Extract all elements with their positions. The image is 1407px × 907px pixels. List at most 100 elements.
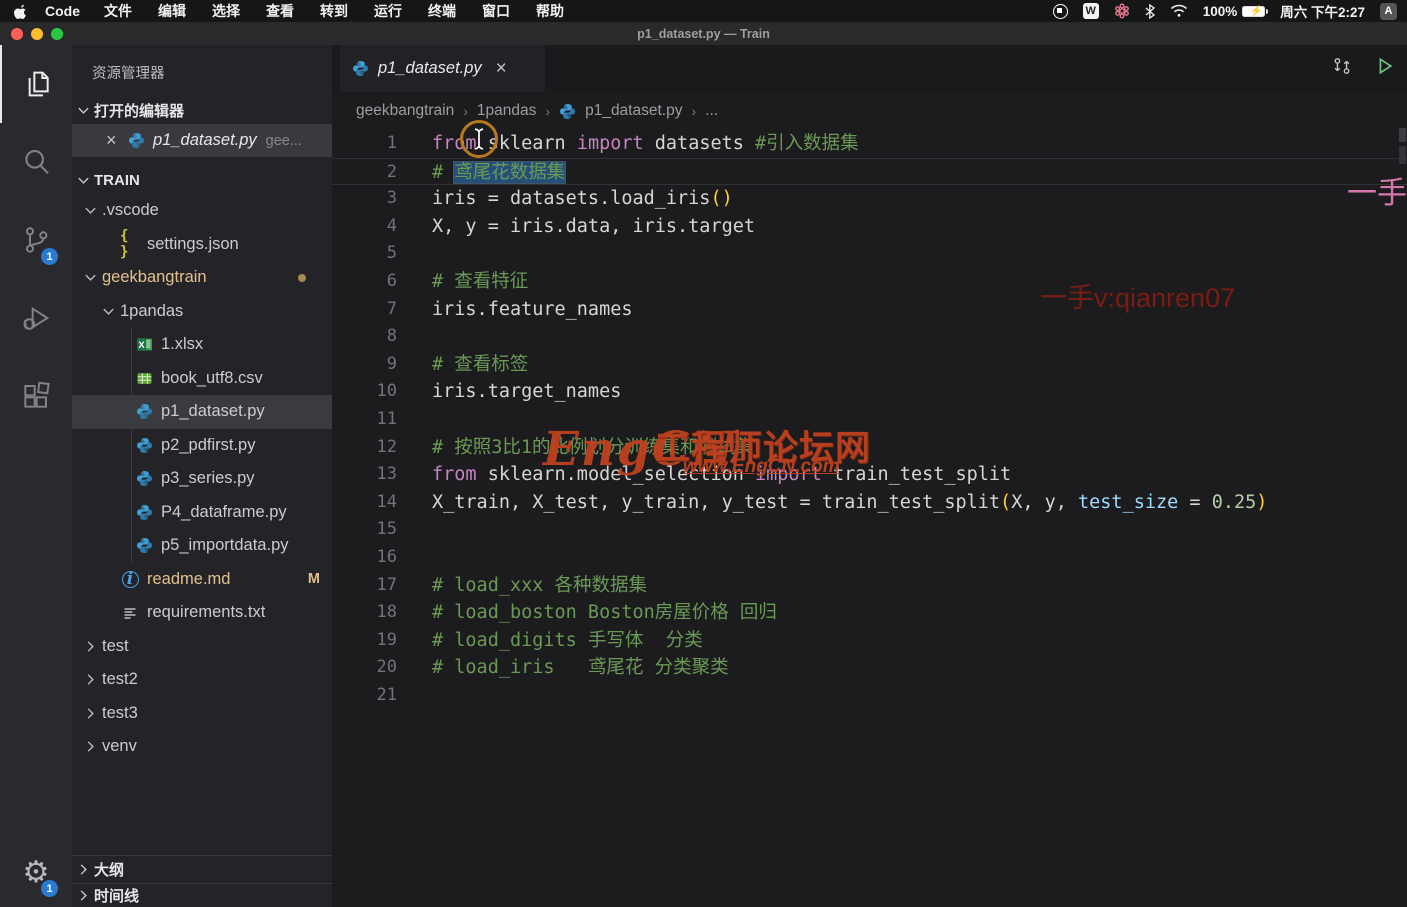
file-tree: .vscode{ }settings.jsongeekbangtrain1pan… <box>72 194 332 764</box>
menu-item[interactable]: 转到 <box>320 1 348 21</box>
explorer-icon[interactable] <box>0 45 72 123</box>
chevron-down-icon[interactable] <box>80 270 100 285</box>
code-line-5[interactable]: 5 <box>332 240 1407 268</box>
zoom-window-button[interactable] <box>51 28 63 40</box>
run-debug-icon[interactable] <box>0 279 72 357</box>
tree-item-test2[interactable]: test2 <box>72 663 332 697</box>
tree-item-p1-dataset-py[interactable]: p1_dataset.py <box>72 395 332 429</box>
tree-item-test[interactable]: test <box>72 630 332 664</box>
menu-item[interactable]: 窗口 <box>482 1 510 21</box>
chevron-right-icon[interactable] <box>80 639 100 654</box>
tree-item-p5-importdata-py[interactable]: p5_importdata.py <box>72 529 332 563</box>
line-number: 7 <box>332 296 397 324</box>
chevron-right-icon[interactable] <box>80 672 100 687</box>
open-changes-icon[interactable] <box>1331 55 1353 82</box>
tree-item-1-xlsx[interactable]: X1.xlsx <box>72 328 332 362</box>
breadcrumb-item-folder[interactable]: geekbangtrain <box>356 102 454 120</box>
wifi-icon[interactable] <box>1170 0 1188 22</box>
code-editor[interactable]: 1from sklearn import datasets #引入数据集2# 鸢… <box>332 130 1407 709</box>
w-app-icon[interactable]: W <box>1083 0 1099 22</box>
project-section-header[interactable]: TRAIN <box>72 167 332 194</box>
breadcrumb-item-file[interactable]: p1_dataset.py <box>585 102 682 120</box>
code-line-17[interactable]: 17# load_xxx 各种数据集 <box>332 572 1407 600</box>
chevron-right-icon[interactable] <box>80 739 100 754</box>
active-app-name[interactable]: Code <box>45 3 80 19</box>
line-number: 18 <box>332 599 397 627</box>
overview-ruler-mark <box>1399 128 1406 142</box>
python-file-icon <box>128 132 145 149</box>
tab-bar: p1_dataset.py × <box>332 45 1407 92</box>
chevron-down-icon[interactable] <box>98 304 118 319</box>
info-file-icon: i <box>120 571 140 588</box>
code-line-18[interactable]: 18# load_boston Boston房屋价格 回归 <box>332 599 1407 627</box>
search-icon[interactable] <box>0 123 72 201</box>
csv-file-icon <box>134 370 154 387</box>
tree-item-settings-json[interactable]: { }settings.json <box>72 228 332 262</box>
tree-item-label: test2 <box>102 670 138 689</box>
breadcrumb-item-folder[interactable]: 1pandas <box>477 102 536 120</box>
breadcrumb-item-symbol[interactable]: ... <box>705 102 718 120</box>
code-line-4[interactable]: 4X, y = iris.data, iris.target <box>332 213 1407 241</box>
chevron-down-icon[interactable] <box>80 203 100 218</box>
menu-item[interactable]: 文件 <box>104 1 132 21</box>
code-line-19[interactable]: 19# load_digits 手写体 分类 <box>332 627 1407 655</box>
code-line-text: from sklearn import datasets #引入数据集 <box>397 130 859 158</box>
line-number: 2 <box>332 159 397 185</box>
code-line-6[interactable]: 6# 查看特征 <box>332 268 1407 296</box>
tree-item-p2-pdfirst-py[interactable]: p2_pdfirst.py <box>72 429 332 463</box>
code-line-15[interactable]: 15 <box>332 516 1407 544</box>
line-number: 10 <box>332 378 397 406</box>
source-control-icon[interactable]: 1 <box>0 201 72 279</box>
code-line-20[interactable]: 20# load_iris 鸢尾花 分类聚类 <box>332 654 1407 682</box>
tab-close-icon[interactable]: × <box>496 58 507 80</box>
menu-item[interactable]: 编辑 <box>158 1 186 21</box>
tree-item-p4-dataframe-py[interactable]: P4_dataframe.py <box>72 496 332 530</box>
code-line-3[interactable]: 3iris = datasets.load_iris() <box>332 185 1407 213</box>
tree-item-readme-md[interactable]: ireadme.mdM <box>72 563 332 597</box>
window-title-bar[interactable]: p1_dataset.py — Train <box>0 22 1407 45</box>
tree-item--vscode[interactable]: .vscode <box>72 194 332 228</box>
code-line-9[interactable]: 9# 查看标签 <box>332 351 1407 379</box>
tree-item-requirements-txt[interactable]: requirements.txt <box>72 596 332 630</box>
code-line-13[interactable]: 13from sklearn.model_selection import tr… <box>332 461 1407 489</box>
close-icon[interactable]: × <box>106 130 128 151</box>
menu-item[interactable]: 运行 <box>374 1 402 21</box>
code-line-7[interactable]: 7iris.feature_names <box>332 296 1407 324</box>
code-line-16[interactable]: 16 <box>332 544 1407 572</box>
code-line-10[interactable]: 10iris.target_names <box>332 378 1407 406</box>
bluetooth-icon[interactable] <box>1145 0 1155 22</box>
tree-item-test3[interactable]: test3 <box>72 697 332 731</box>
code-line-12[interactable]: 12# 按照3比1的比例划分训练集和测试集 <box>332 434 1407 462</box>
flower-status-icon[interactable] <box>1114 0 1130 22</box>
extensions-icon[interactable] <box>0 357 72 435</box>
screen-record-icon[interactable] <box>1053 0 1068 22</box>
tree-item-geekbangtrain[interactable]: geekbangtrain <box>72 261 332 295</box>
open-editor-item-p1-dataset[interactable]: × p1_dataset.py gee... <box>72 124 332 157</box>
tree-item-1pandas[interactable]: 1pandas <box>72 295 332 329</box>
open-editors-header[interactable]: 打开的编辑器 <box>72 97 332 124</box>
menu-item[interactable]: 查看 <box>266 1 294 21</box>
menu-item[interactable]: 帮助 <box>536 1 564 21</box>
timeline-section-header[interactable]: 时间线 <box>72 883 332 907</box>
apple-logo-icon[interactable] <box>14 4 27 19</box>
chevron-right-icon[interactable] <box>80 706 100 721</box>
code-line-2[interactable]: 2# 鸢尾花数据集 <box>332 158 1407 186</box>
menu-item[interactable]: 终端 <box>428 1 456 21</box>
tree-item-venv[interactable]: venv <box>72 730 332 764</box>
menu-item[interactable]: 选择 <box>212 1 240 21</box>
menu-bar-clock[interactable]: 周六 下午2:27 <box>1280 1 1365 21</box>
tab-p1-dataset[interactable]: p1_dataset.py × <box>340 45 545 92</box>
outline-section-header[interactable]: 大纲 <box>72 855 332 883</box>
minimize-window-button[interactable] <box>31 28 43 40</box>
run-python-file-icon[interactable] <box>1375 56 1395 81</box>
code-line-8[interactable]: 8 <box>332 323 1407 351</box>
input-source-icon[interactable]: A <box>1380 3 1397 20</box>
close-window-button[interactable] <box>11 28 23 40</box>
code-line-21[interactable]: 21 <box>332 682 1407 710</box>
code-line-11[interactable]: 11 <box>332 406 1407 434</box>
code-line-14[interactable]: 14X_train, X_test, y_train, y_test = tra… <box>332 489 1407 517</box>
tree-item-p3-series-py[interactable]: p3_series.py <box>72 462 332 496</box>
code-line-1[interactable]: 1from sklearn import datasets #引入数据集 <box>332 130 1407 158</box>
tree-item-book-utf8-csv[interactable]: book_utf8.csv <box>72 362 332 396</box>
settings-gear-icon[interactable]: ⚙ 1 <box>0 843 72 903</box>
